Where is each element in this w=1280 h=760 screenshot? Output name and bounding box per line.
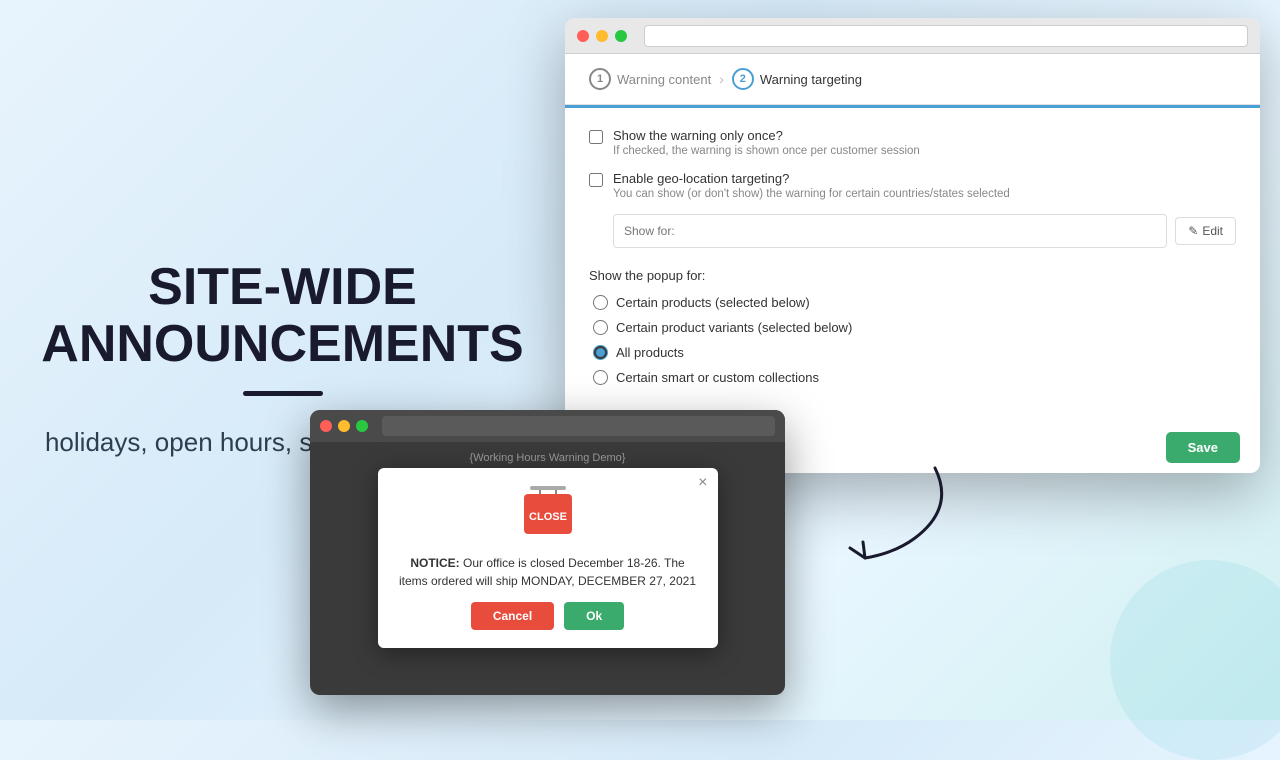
main-title: SITE-WIDE ANNOUNCEMENTS	[41, 259, 523, 373]
geo-targeting-hint: You can show (or don't show) the warning…	[613, 188, 1010, 200]
popup-buttons: Cancel Ok	[378, 602, 718, 648]
radio-label-4: Certain smart or custom collections	[616, 370, 819, 385]
step-2-number: 2	[732, 68, 754, 90]
browser-footer: Save	[1146, 422, 1260, 473]
radio-item-1[interactable]: Certain products (selected below)	[593, 295, 1236, 310]
demo-browser-window: {Working Hours Warning Demo} × CLOSE NOT…	[310, 410, 785, 695]
store-sign-icon: CLOSE	[520, 486, 576, 544]
save-button[interactable]: Save	[1166, 432, 1240, 463]
main-browser-window: 1 Warning content › 2 Warning targeting …	[565, 18, 1260, 473]
step-2-label: Warning targeting	[760, 72, 862, 87]
step-1-label: Warning content	[617, 72, 711, 87]
show-once-hint: If checked, the warning is shown once pe…	[613, 145, 920, 157]
title-divider	[243, 391, 323, 396]
step-1-number: 1	[589, 68, 611, 90]
radio-item-3[interactable]: All products	[593, 345, 1236, 360]
show-once-content: Show the warning only once? If checked, …	[613, 128, 920, 157]
minimize-dot[interactable]	[596, 30, 608, 42]
show-once-row: Show the warning only once? If checked, …	[589, 128, 1236, 157]
radio-item-4[interactable]: Certain smart or custom collections	[593, 370, 1236, 385]
show-for-input[interactable]	[613, 214, 1167, 248]
radio-certain-products[interactable]	[593, 295, 608, 310]
demo-close-dot[interactable]	[320, 420, 332, 432]
decorative-circle	[1110, 560, 1280, 760]
arrow-annotation	[835, 458, 965, 568]
geo-targeting-checkbox[interactable]	[589, 173, 603, 187]
step-2[interactable]: 2 Warning targeting	[732, 68, 862, 104]
notice-prefix: NOTICE:	[410, 556, 459, 570]
demo-titlebar	[310, 410, 785, 442]
popup-section-label: Show the popup for:	[589, 268, 1236, 283]
popup-notice: NOTICE: Our office is closed December 18…	[378, 554, 718, 602]
close-dot[interactable]	[577, 30, 589, 42]
pencil-icon: ✎	[1188, 224, 1198, 238]
show-once-label: Show the warning only once?	[613, 128, 920, 143]
radio-certain-variants[interactable]	[593, 320, 608, 335]
popup-close-button[interactable]: ×	[698, 474, 707, 492]
ok-button[interactable]: Ok	[564, 602, 624, 630]
radio-all-products[interactable]	[593, 345, 608, 360]
address-bar[interactable]	[644, 25, 1248, 47]
demo-address-bar[interactable]	[382, 416, 775, 436]
wizard-steps: 1 Warning content › 2 Warning targeting	[565, 54, 1260, 105]
fullscreen-dot[interactable]	[615, 30, 627, 42]
radio-label-2: Certain product variants (selected below…	[616, 320, 852, 335]
demo-minimize-dot[interactable]	[338, 420, 350, 432]
radio-label-3: All products	[616, 345, 684, 360]
svg-text:CLOSE: CLOSE	[529, 511, 567, 523]
demo-fullscreen-dot[interactable]	[356, 420, 368, 432]
edit-button[interactable]: ✎ Edit	[1175, 217, 1236, 245]
radio-certain-collections[interactable]	[593, 370, 608, 385]
show-for-row: ✎ Edit	[613, 214, 1236, 248]
step-separator: ›	[719, 71, 724, 87]
step-1[interactable]: 1 Warning content	[589, 68, 711, 104]
radio-group: Certain products (selected below) Certai…	[593, 295, 1236, 385]
radio-item-2[interactable]: Certain product variants (selected below…	[593, 320, 1236, 335]
cancel-button[interactable]: Cancel	[471, 602, 554, 630]
geo-targeting-label: Enable geo-location targeting?	[613, 171, 1010, 186]
geo-targeting-row: Enable geo-location targeting? You can s…	[589, 171, 1236, 200]
show-once-checkbox[interactable]	[589, 130, 603, 144]
popup-dialog: × CLOSE NOTICE: Our office is closed Dec…	[378, 468, 718, 648]
demo-page-label: {Working Hours Warning Demo}	[470, 452, 626, 464]
popup-icon-container: CLOSE	[378, 486, 718, 544]
radio-label-1: Certain products (selected below)	[616, 295, 810, 310]
browser-titlebar	[565, 18, 1260, 54]
geo-targeting-content: Enable geo-location targeting? You can s…	[613, 171, 1010, 200]
